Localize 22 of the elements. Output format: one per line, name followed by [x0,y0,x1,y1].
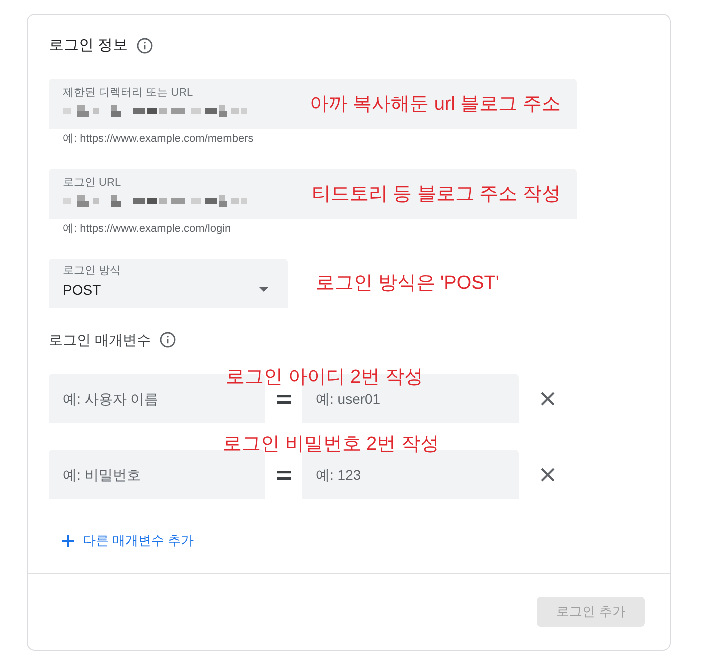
annotation-text: 티드토리 등 블로그 주소 작성 [312,183,561,207]
select-field[interactable]: 로그인 방식 POST [49,259,288,308]
helper-text: 예: https://www.example.com/members [63,132,254,146]
annotation-text: 아까 복사해둔 url 블로그 주소 [310,93,561,117]
field-label: 제한된 디렉터리 또는 URL [63,86,194,100]
close-icon [541,392,555,406]
section-title: 로그인 매개변수 [49,331,151,350]
caret-icon [259,286,269,292]
equals-icon [276,471,290,480]
field-label: 로그인 방식 [63,264,122,278]
section-title: 로그인 정보 [49,36,128,56]
helper-text: 예: https://www.example.com/login [63,222,232,236]
equals-icon [276,395,290,404]
param-name-field[interactable]: 예: 비밀번호 [49,450,265,499]
close-icon [541,468,555,482]
info-icon[interactable] [160,332,176,348]
select-value: POST [63,281,102,299]
field-label: 로그인 URL [63,176,122,190]
plus-icon [62,535,74,547]
annotation-text: 로그인 방식은 'POST' [316,272,500,296]
info-icon[interactable] [137,38,154,54]
add-parameter-link[interactable]: 다른 매개변수 추가 [62,531,194,551]
